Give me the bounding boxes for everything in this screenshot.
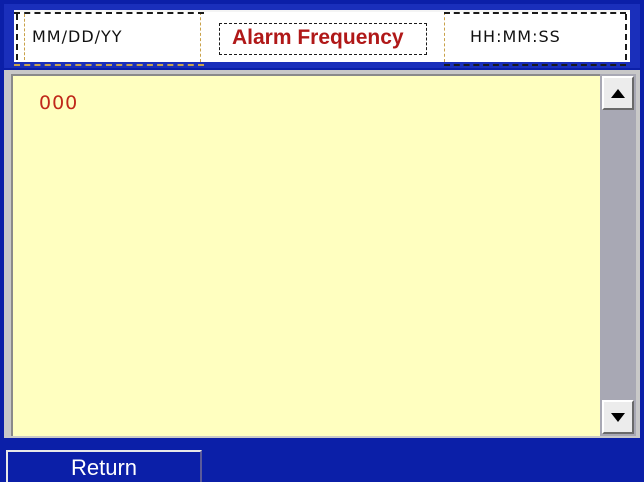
divider — [14, 64, 204, 66]
time-display: HH:MM:SS — [470, 27, 561, 46]
vertical-scrollbar[interactable] — [600, 74, 636, 436]
divider — [625, 14, 627, 60]
divider — [16, 14, 18, 60]
triangle-up-icon — [611, 88, 625, 98]
return-button[interactable]: Return — [6, 450, 202, 482]
alarm-list-panel: 000 — [4, 70, 640, 438]
scroll-down-button[interactable] — [602, 400, 634, 434]
list-item[interactable]: 000 — [39, 92, 78, 114]
scroll-up-button[interactable] — [602, 76, 634, 110]
header-bar: MM/DD/YY Alarm Frequency HH:MM:SS — [4, 4, 640, 68]
divider — [14, 12, 204, 14]
divider — [444, 64, 626, 66]
divider — [444, 12, 445, 62]
divider — [200, 12, 201, 62]
date-display: MM/DD/YY — [32, 27, 123, 46]
footer-bar: Return — [0, 442, 644, 482]
hmi-screen: MM/DD/YY Alarm Frequency HH:MM:SS 000 Re… — [0, 0, 644, 482]
triangle-down-icon — [611, 412, 625, 422]
alarm-frequency-list[interactable]: 000 — [11, 74, 600, 436]
divider — [444, 12, 626, 14]
page-title: Alarm Frequency — [232, 26, 404, 49]
divider — [24, 14, 25, 60]
